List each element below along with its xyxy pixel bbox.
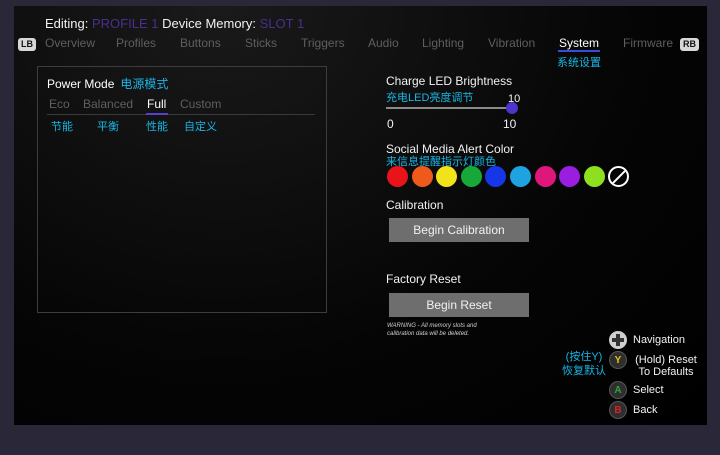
power-mode-divider <box>47 114 315 115</box>
power-mode-cn-label: 电源模式 <box>120 77 169 91</box>
y-button-icon: Y <box>609 351 627 369</box>
power-option-custom-cn: 自定义 <box>184 121 217 133</box>
begin-calibration-button[interactable]: Begin Calibration <box>389 218 529 242</box>
begin-reset-button[interactable]: Begin Reset <box>389 293 529 317</box>
charge-led-slider-max: 10 <box>503 117 517 131</box>
legend-navigation-label: Navigation <box>633 334 685 346</box>
charge-led-slider-value: 10 <box>508 93 521 105</box>
power-option-balanced[interactable]: Balanced <box>83 97 133 111</box>
charge-led-cn-label: 充电LED亮度调节 <box>386 92 474 104</box>
reset-hint-cn-line2: 恢复默认 <box>562 365 606 377</box>
profile-value: PROFILE 1 <box>92 16 159 31</box>
editing-status: Editing: PROFILE 1 Device Memory: SLOT 1 <box>45 16 304 31</box>
tab-lighting[interactable]: Lighting <box>422 36 464 50</box>
power-mode-title: Power Mode 电源模式 <box>47 75 168 92</box>
power-option-full-cn: 性能 <box>146 121 168 133</box>
tab-audio[interactable]: Audio <box>368 36 399 50</box>
charge-led-slider-min: 0 <box>387 117 394 131</box>
a-button-icon: A <box>609 381 627 399</box>
color-swatch[interactable] <box>411 166 433 187</box>
tab-sticks[interactable]: Sticks <box>245 36 277 50</box>
device-memory-value: SLOT 1 <box>259 16 305 31</box>
color-swatch[interactable] <box>510 166 531 187</box>
tab-vibration[interactable]: Vibration <box>488 36 535 50</box>
color-swatch[interactable] <box>534 166 556 187</box>
dpad-icon <box>609 331 627 349</box>
charge-led-title: Charge LED Brightness <box>386 74 513 88</box>
power-option-full[interactable]: Full <box>147 97 166 111</box>
factory-reset-title: Factory Reset <box>386 272 461 286</box>
color-swatch[interactable] <box>583 166 605 187</box>
tab-overview[interactable]: Overview <box>45 36 95 50</box>
lb-bumper-icon[interactable]: LB <box>18 38 36 51</box>
legend-reset-label: (Hold) Reset To Defaults <box>635 354 697 378</box>
legend-back-label: Back <box>633 404 658 416</box>
device-memory-label: Device Memory: <box>162 16 257 31</box>
legend-select-label: Select <box>633 384 664 396</box>
power-option-balanced-cn: 平衡 <box>97 121 119 133</box>
rb-bumper-icon[interactable]: RB <box>680 38 699 51</box>
power-option-custom[interactable]: Custom <box>180 97 221 111</box>
tab-profiles[interactable]: Profiles <box>116 36 156 50</box>
tab-triggers[interactable]: Triggers <box>301 36 345 50</box>
active-tab-cn-label: 系统设置 <box>557 57 601 69</box>
power-option-eco-cn: 节能 <box>51 121 73 133</box>
charge-led-slider-track[interactable] <box>386 107 514 109</box>
tab-buttons[interactable]: Buttons <box>180 36 221 50</box>
power-mode-label: Power Mode <box>47 77 115 91</box>
tab-firmware[interactable]: Firmware <box>623 36 673 50</box>
reset-hint-cn: (按住Y) 恢复默认 <box>562 350 606 378</box>
power-option-eco[interactable]: Eco <box>49 97 70 111</box>
reset-warning-text: WARNING - All memory slots and calibrati… <box>387 323 477 337</box>
editing-label: Editing: <box>45 16 89 31</box>
tab-system[interactable]: System <box>559 36 599 50</box>
calibration-title: Calibration <box>386 198 444 212</box>
power-mode-selection-indicator <box>146 113 168 115</box>
tab-bar: LB Overview Profiles Buttons Sticks Trig… <box>18 35 703 55</box>
active-tab-indicator <box>558 50 600 52</box>
color-swatch[interactable] <box>460 166 482 187</box>
reset-hint-cn-line1: (按住Y) <box>565 351 603 363</box>
color-swatch[interactable] <box>387 166 408 187</box>
bottom-frame <box>0 425 720 455</box>
b-button-icon: B <box>609 401 627 419</box>
